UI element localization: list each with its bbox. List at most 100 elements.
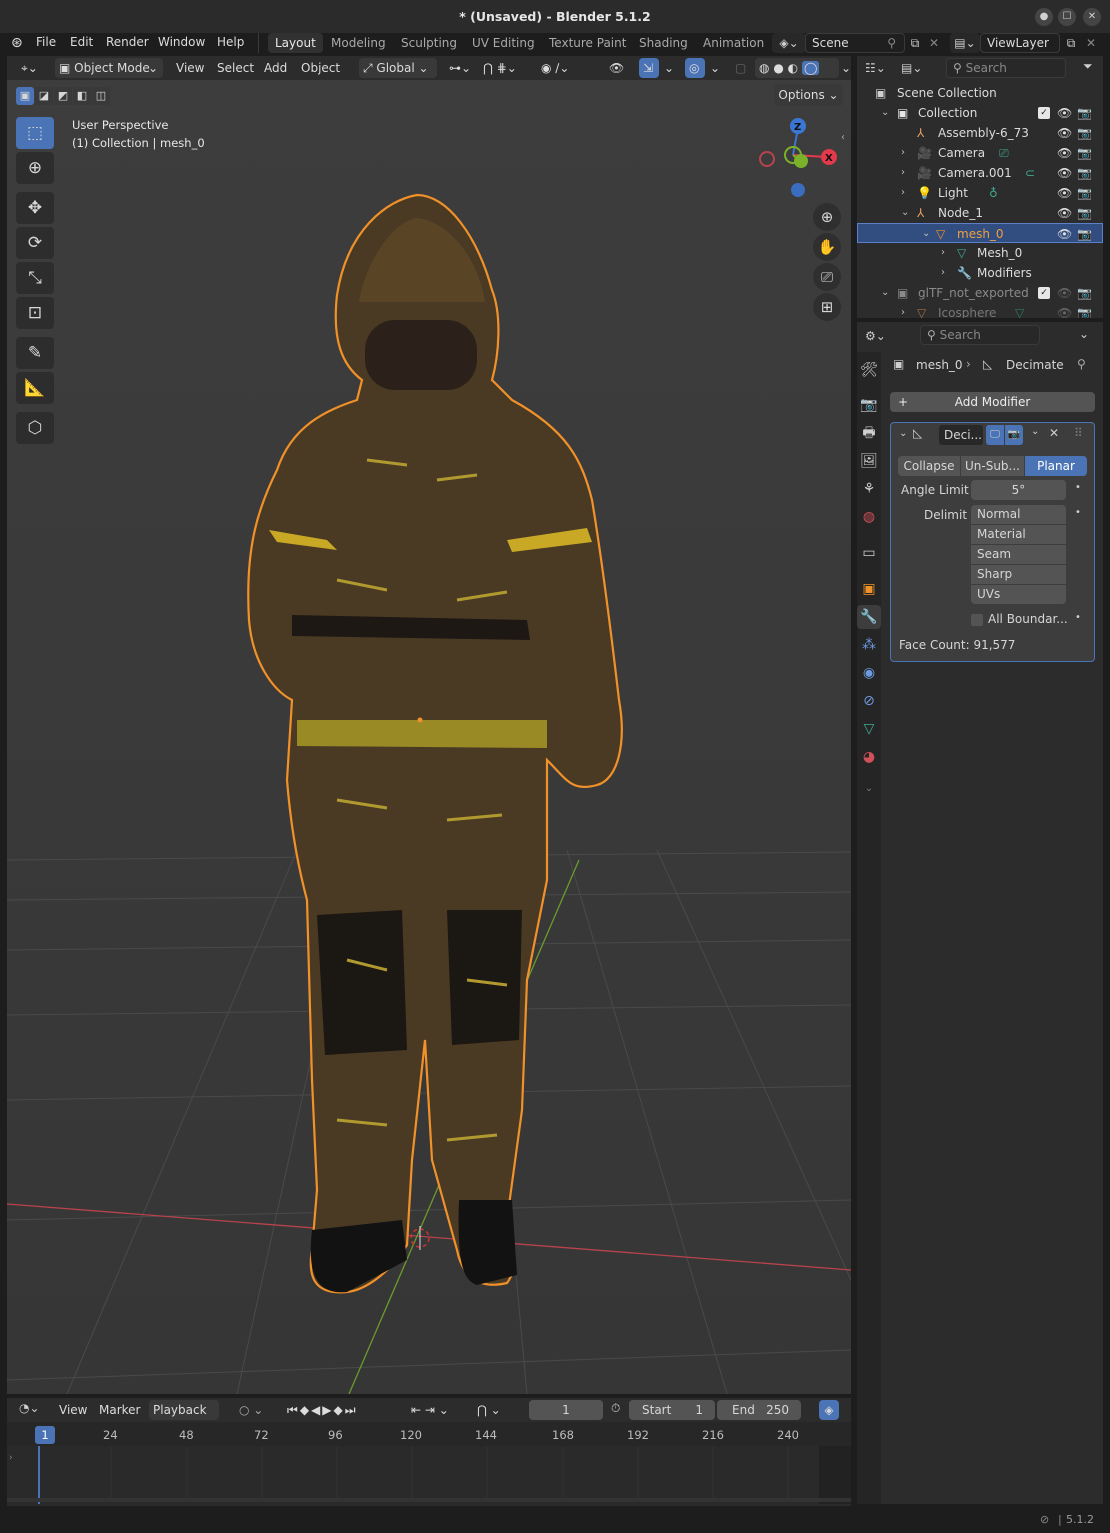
scene-selector-icon[interactable]: ◈⌄ (772, 33, 806, 53)
mode-planar-button[interactable]: Planar (1025, 456, 1087, 476)
menu-select[interactable]: Select (213, 58, 258, 78)
all-boundaries-checkbox[interactable] (971, 614, 983, 626)
drag-handle-icon[interactable]: ⠿ (1074, 426, 1083, 440)
timeline-menu-playback[interactable]: Playback ⌄ (149, 1400, 219, 1437)
keyframe-dot-icon[interactable]: • (1075, 612, 1081, 623)
filter-icon[interactable]: ⏷ (1083, 59, 1093, 74)
add-cube-tool-icon[interactable]: ⬡ (16, 412, 54, 444)
view-layer-selector-icon[interactable]: ▤⌄ (950, 33, 980, 53)
navigation-gizmo[interactable]: Z X (755, 118, 845, 202)
menu-window[interactable]: Window (158, 35, 205, 49)
new-scene-icon[interactable]: ⧉ (905, 33, 925, 53)
options-button[interactable]: Options ⌄ (774, 84, 843, 106)
constraints-tab-icon[interactable]: ⊘ (857, 689, 881, 713)
menu-help[interactable]: Help (217, 35, 244, 49)
eye-icon[interactable]: 👁 (1057, 303, 1072, 318)
world-tab-icon[interactable]: ◍ (857, 505, 881, 529)
channel-expand-icon[interactable]: › (9, 1453, 13, 1463)
chevron-down-icon[interactable]: ⌄ (922, 224, 930, 244)
select-subtract-icon[interactable]: ◩ (54, 87, 72, 105)
tab-sculpting[interactable]: Sculpting (394, 33, 464, 53)
render-camera-icon[interactable]: 📷 (1077, 224, 1092, 244)
blender-logo-icon[interactable]: ⊛ (11, 35, 23, 51)
maximize-button[interactable]: ☐ (1058, 8, 1076, 26)
collection-checkbox[interactable]: ✓ (1038, 287, 1050, 299)
end-frame-field[interactable]: End 250 (717, 1400, 801, 1420)
annotate-tool-icon[interactable]: ✎ (16, 337, 54, 369)
chevron-right-icon[interactable]: › (941, 243, 945, 263)
angle-limit-field[interactable]: 5° (971, 480, 1066, 500)
outliner-editor-type-icon[interactable]: ☷⌄ (865, 58, 897, 78)
measure-tool-icon[interactable]: 📐 (16, 372, 54, 404)
outliner-row-mesh-data[interactable]: › ▽ Mesh_0 (857, 243, 1103, 263)
rendered-shading-icon[interactable]: ◯ (801, 61, 820, 75)
tab-layout[interactable]: Layout (268, 33, 323, 53)
collection-checkbox[interactable]: ✓ (1038, 107, 1050, 119)
pin-icon[interactable]: ⚲ (1077, 357, 1086, 371)
timeline-menu-view[interactable]: View (55, 1400, 91, 1420)
eye-icon[interactable]: 👁 (1057, 103, 1072, 123)
outliner-row-light[interactable]: › 💡 Light ♁ 👁 📷 (857, 183, 1103, 203)
render-camera-icon[interactable]: 📷 (1077, 183, 1092, 203)
tool-tab-icon[interactable]: 🛠 (857, 358, 881, 382)
data-tab-icon[interactable]: ▽ (857, 717, 881, 741)
menu-file[interactable]: File (36, 35, 56, 49)
rotate-tool-icon[interactable]: ⟳ (16, 227, 54, 259)
eye-icon[interactable]: 👁 (1057, 163, 1072, 183)
zoom-icon[interactable]: ⊕ (813, 203, 841, 231)
chevron-right-icon[interactable]: › (901, 163, 905, 183)
collapse-panel-icon[interactable]: ⌄ (899, 428, 907, 439)
eye-icon[interactable]: 👁 (1057, 224, 1072, 244)
menu-edit[interactable]: Edit (70, 35, 93, 49)
outliner-row-node-1[interactable]: ⌄ ⅄ Node_1 👁 📷 (857, 203, 1103, 223)
eye-icon[interactable]: 👁 (1057, 283, 1072, 303)
transform-orientation[interactable]: ⤢ Global ⌄ (359, 58, 437, 78)
camera-view-icon[interactable]: ⎚ (813, 263, 841, 291)
scene-tab-icon[interactable]: ⚘ (857, 477, 881, 501)
particles-tab-icon[interactable]: ⁂ (857, 633, 881, 657)
sidebar-toggle-icon[interactable]: ‹ (841, 132, 845, 143)
move-tool-icon[interactable]: ✥ (16, 192, 54, 224)
render-tab-icon[interactable]: 📷 (857, 393, 881, 417)
play-reverse-icon[interactable]: ◀ (311, 1403, 322, 1417)
frame-ruler[interactable] (7, 1422, 851, 1446)
delimit-normal[interactable]: Normal (971, 505, 1066, 524)
object-tab-icon[interactable]: ▣ (857, 577, 881, 601)
chevron-right-icon[interactable]: › (941, 263, 945, 283)
tab-modeling[interactable]: Modeling (324, 33, 393, 53)
outliner-row-gltf-not-exported[interactable]: ⌄ ▣ glTF_not_exported ✓ 👁 📷 (857, 283, 1103, 303)
remove-modifier-icon[interactable]: ✕ (1049, 426, 1059, 440)
eye-icon[interactable]: 👁 (1057, 183, 1072, 203)
delimit-seam[interactable]: Seam (971, 545, 1066, 564)
start-frame-field[interactable]: Start 1 (629, 1400, 715, 1420)
shading-modes[interactable]: ◍ ● ◐ ◯ (755, 58, 839, 78)
select-new-icon[interactable]: ▣ (16, 87, 34, 105)
outliner-row-modifiers[interactable]: › 🔧 Modifiers (857, 263, 1103, 283)
properties-search[interactable]: ⚲ Search (920, 325, 1040, 345)
outliner-row-mesh-0[interactable]: ⌄ ▽ mesh_0 👁 📷 (857, 223, 1103, 243)
timeline-view-toggle-icon[interactable]: ◈ (819, 1400, 839, 1420)
render-toggle-icon[interactable]: 📷 (1005, 425, 1023, 445)
render-camera-icon[interactable]: 📷 (1077, 203, 1092, 223)
view-layer-tab-icon[interactable]: 🖼 (857, 449, 881, 473)
viewport-display-toggle-icon[interactable]: 🖵 (986, 425, 1004, 445)
keying-controls[interactable]: ⇤ ⇥ ⌄ (407, 1400, 465, 1420)
select-extend-icon[interactable]: ◪ (35, 87, 53, 105)
menu-object[interactable]: Object (297, 58, 344, 78)
close-window-button[interactable]: ✕ (1083, 8, 1101, 26)
outliner-row-collection[interactable]: ⌄ ▣ Collection ✓ 👁 📷 (857, 103, 1103, 123)
ortho-grid-icon[interactable]: ⊞ (813, 293, 841, 321)
outliner-row-camera[interactable]: › 🎥 Camera ⎚ 👁 📷 (857, 143, 1103, 163)
constraint-icon[interactable]: ⊂ (1025, 163, 1035, 183)
chevron-down-icon[interactable]: ⌄ (881, 283, 889, 303)
proportional-edit-icon[interactable]: ◉ ∕⌄ (537, 58, 591, 78)
chevron-down-icon[interactable]: ⌄ (881, 103, 889, 123)
eye-icon[interactable]: 👁 (1057, 123, 1072, 143)
material-shading-icon[interactable]: ◐ (788, 61, 798, 75)
snap-timeline-icon[interactable]: ⋂ ⌄ (473, 1400, 509, 1420)
visibility-icon[interactable]: 👁⌄ (605, 58, 633, 95)
delete-scene-icon[interactable]: ✕ (926, 33, 942, 53)
keyframe-dot-icon[interactable]: • (1075, 482, 1081, 493)
material-tab-icon[interactable]: ◕ (857, 745, 881, 769)
keyframe-dot-icon[interactable]: • (1075, 507, 1081, 518)
